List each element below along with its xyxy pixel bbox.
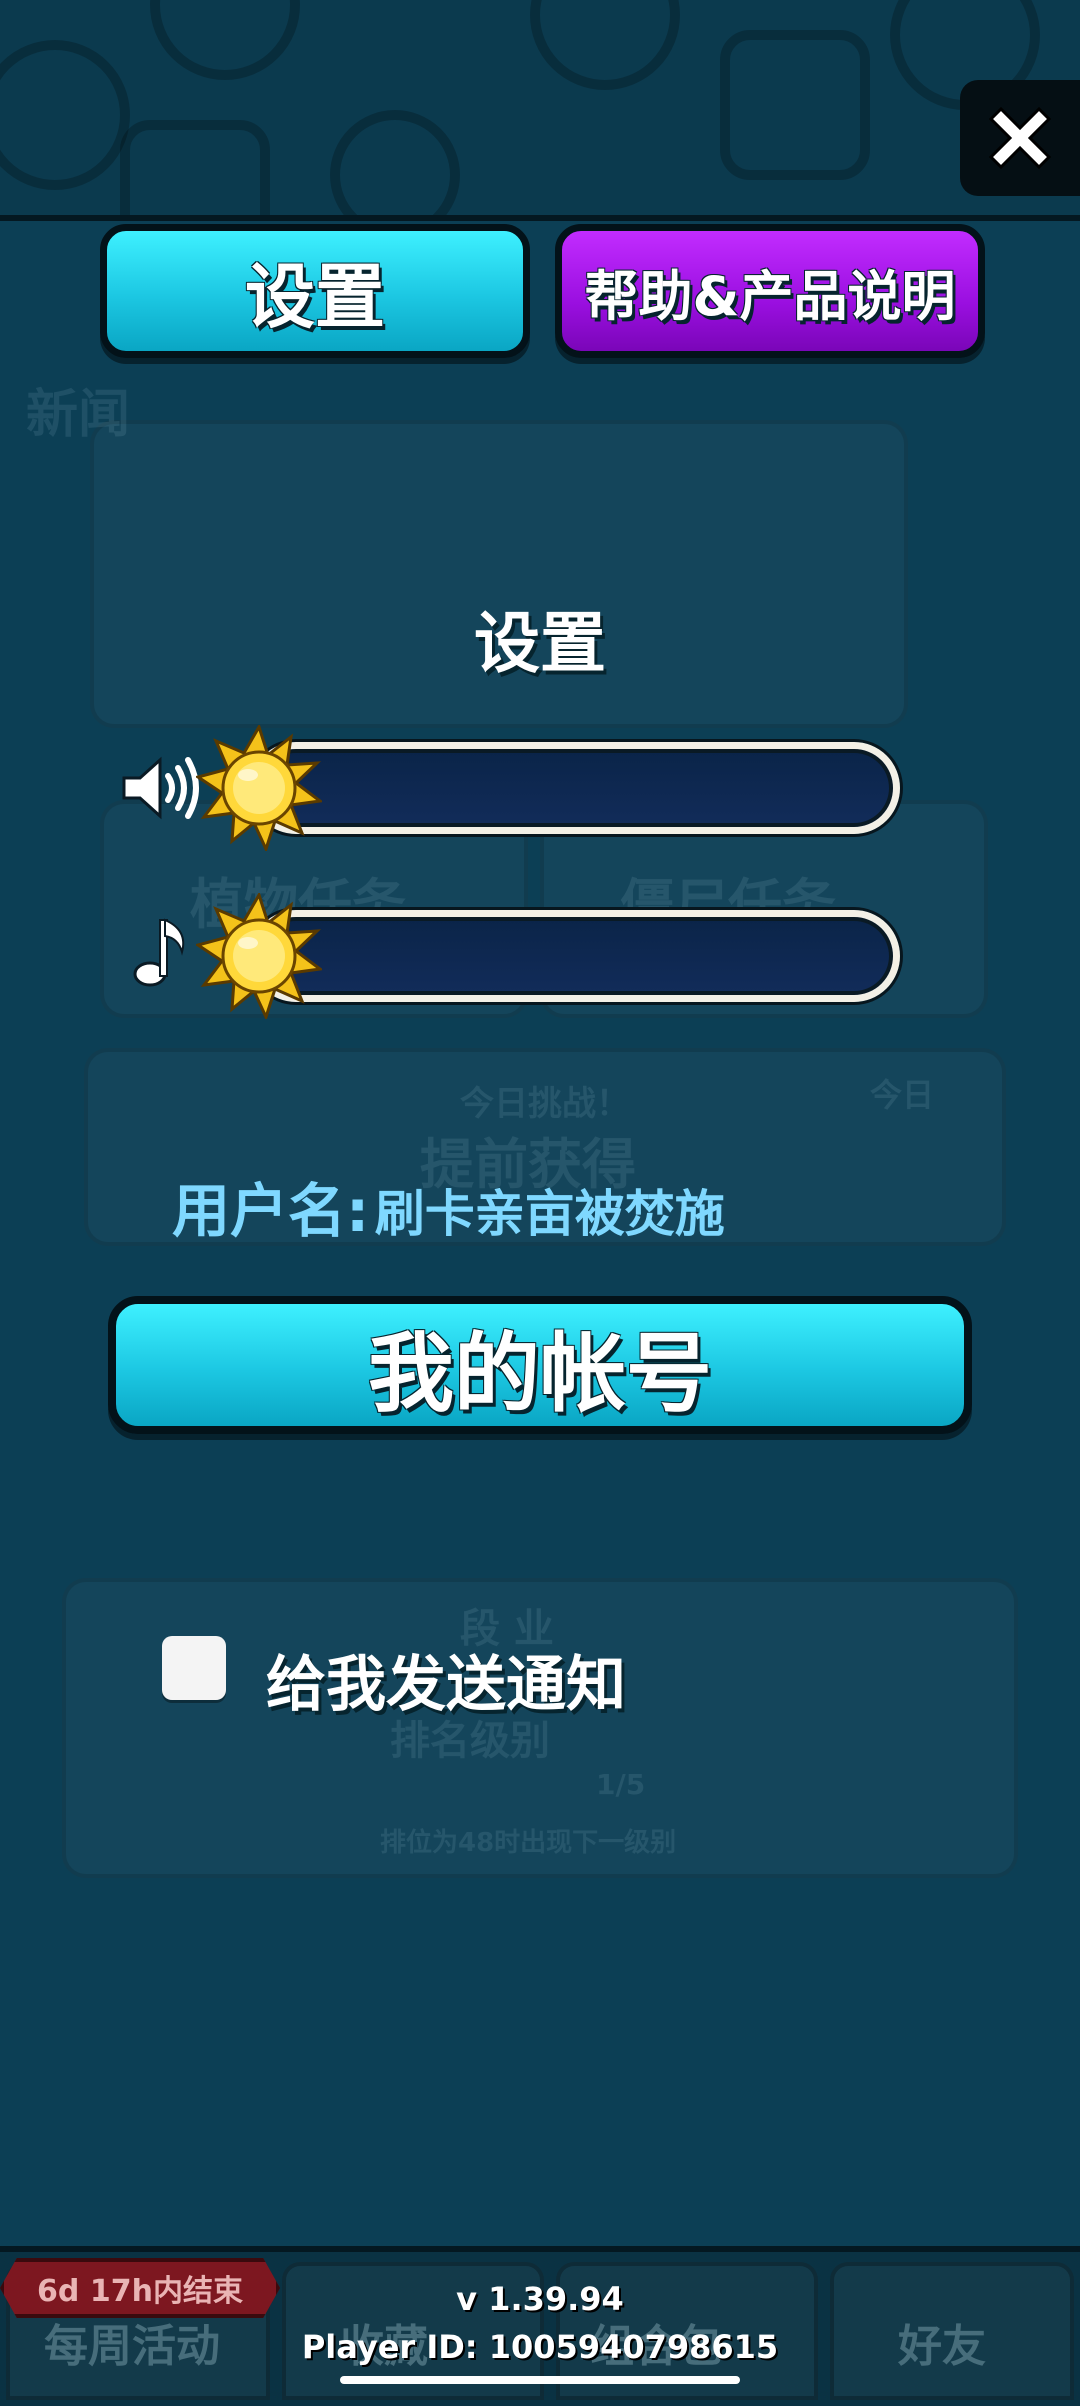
leaf-badge-icon [530,0,680,90]
player-id-text: Player ID: 1005940798615 [301,2328,779,2366]
username-row: 用户名: 刷卡亲亩被焚施 [172,1164,725,1248]
skull-badge-icon [720,30,870,180]
tab-help-label: 帮助&产品说明 [584,264,956,328]
sound-slider-sun-icon[interactable] [196,725,322,851]
home-indicator[interactable] [340,2376,740,2384]
tab-help[interactable]: 帮助&产品说明 [555,224,985,358]
news-label: 新闻 [26,385,131,445]
leaf-badge-icon [150,0,300,80]
music-slider-sun-icon[interactable] [196,893,322,1019]
music-note-icon [133,918,185,987]
rank-hint: 排位为48时出现下一级别 [380,1828,677,1858]
tab-settings-label: 设置 [245,255,385,338]
music-volume-slider[interactable] [250,910,900,1002]
tab-settings[interactable]: 设置 [100,224,530,358]
rank-progress: 1/5 [596,1768,646,1801]
speaker-icon [122,756,199,820]
notifications-label[interactable]: 给我发送通知 [266,1636,626,1723]
version-text: v 1.39.94 [456,2280,624,2318]
background-header [0,0,1080,221]
sound-volume-slider[interactable] [250,742,900,834]
close-icon [988,106,1052,170]
my-account-button[interactable]: 我的帐号 [108,1296,972,1434]
skull-badge-icon [120,120,270,215]
username-value: 刷卡亲亩被焚施 [374,1185,725,1243]
leaf-badge-icon [0,40,130,190]
daily-challenge-label: 今日挑战！ [460,1084,630,1124]
leaf-badge-icon [330,110,460,215]
close-button[interactable] [960,80,1080,196]
today-label: 今日 [870,1076,935,1114]
my-account-label: 我的帐号 [368,1323,712,1424]
username-label: 用户名: [172,1177,370,1245]
notifications-checkbox[interactable] [162,1636,226,1700]
settings-title: 设置 [474,605,606,682]
